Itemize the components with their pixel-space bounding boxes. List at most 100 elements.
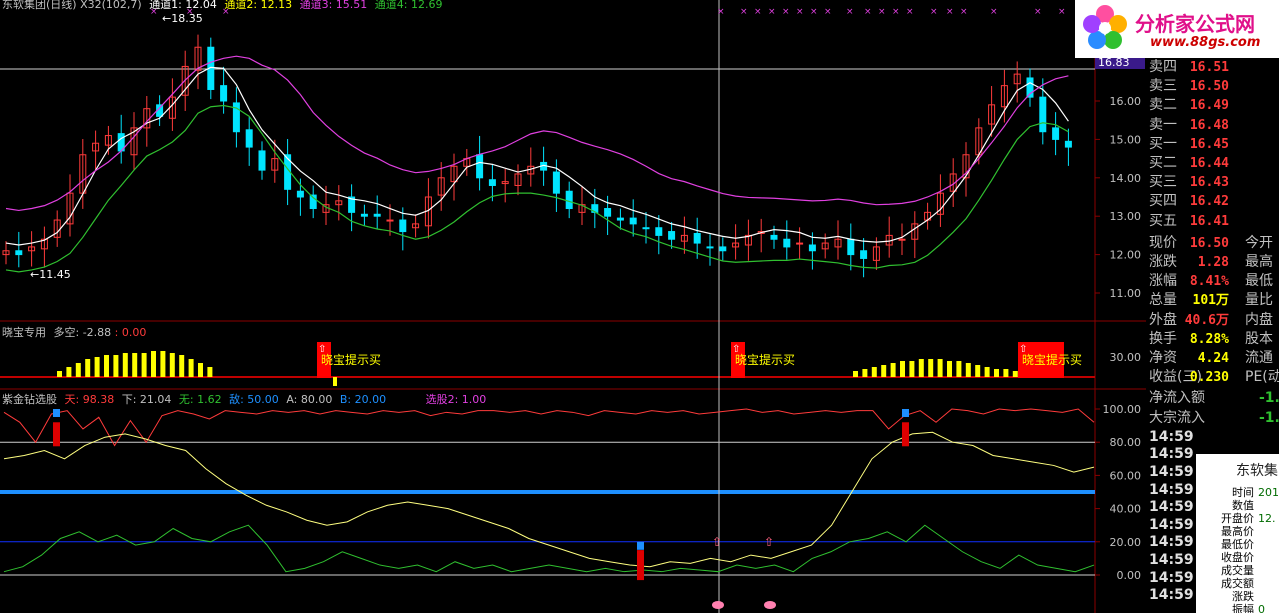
candle-body bbox=[488, 179, 496, 186]
signal-x-mark: × bbox=[864, 7, 872, 17]
zj-pane-title: 紫金钻选股 天: 98.38 下: 21.04 无: 1.62 敌: 50.00… bbox=[2, 391, 490, 407]
zijinzuan-indicator-chart[interactable]: 100.00 80.00 60.00 40.00 20.00 0.00 ⇧ ⇧ bbox=[0, 390, 1146, 613]
xb-yellow-bar bbox=[853, 371, 858, 377]
quote-label-2: 量比 bbox=[1245, 292, 1273, 309]
xb-yellow-bar bbox=[975, 365, 981, 377]
quote-label: 净流入额 bbox=[1149, 390, 1205, 407]
zj-title-0: 紫金钻选股 bbox=[2, 393, 57, 406]
candle-body bbox=[220, 85, 228, 102]
candle-body bbox=[258, 150, 266, 171]
candlestick-chart[interactable]: 16.0015.0014.0013.0012.0011.0016.83←18.3… bbox=[0, 0, 1146, 322]
signal-x-mark: × bbox=[768, 7, 776, 17]
xb-yellow-bar bbox=[57, 371, 62, 377]
popup-label: 数值 bbox=[1232, 499, 1254, 512]
quote-value: 16.45 bbox=[1189, 136, 1229, 152]
tick-time: 14:59 bbox=[1149, 428, 1194, 445]
popup-row: 最低价 bbox=[1196, 538, 1279, 551]
stat-row: 总量 101万 量比 bbox=[1147, 291, 1279, 310]
xiaobao-indicator-chart[interactable]: 30.00晓宝提示买⇧晓宝提示买⇧晓宝提示买⇧ bbox=[0, 322, 1146, 390]
quote-value: 16.50 bbox=[1189, 79, 1229, 95]
signal-x-mark: × bbox=[930, 7, 938, 17]
popup-label: 涨跌 bbox=[1232, 590, 1254, 603]
xb-yellow-bar bbox=[900, 361, 905, 377]
candle-body bbox=[15, 250, 23, 256]
signal-x-mark: × bbox=[1058, 7, 1066, 17]
xb-title: 晓宝专用 bbox=[2, 326, 46, 339]
candle-body bbox=[1064, 140, 1072, 148]
xb-pane-title: 晓宝专用 多空: -2.88 : 0.00 bbox=[2, 324, 150, 340]
quote-value: 16.51 bbox=[1189, 60, 1229, 75]
low-price-label: ←11.45 bbox=[30, 268, 71, 281]
popup-value: 0 bbox=[1258, 603, 1265, 613]
flow-value: -1. bbox=[1259, 390, 1279, 407]
popup-row: 收盘价 bbox=[1196, 551, 1279, 564]
xb-yellow-bar bbox=[928, 359, 934, 377]
quote-value: 101万 bbox=[1192, 293, 1229, 309]
candle-body bbox=[629, 217, 637, 225]
popup-label: 成交额 bbox=[1221, 577, 1254, 590]
candle-body bbox=[770, 234, 778, 240]
xb-title-2: 多空: -2.88 bbox=[53, 326, 112, 339]
xb-yellow-bar bbox=[85, 359, 91, 377]
signal-x-mark: × bbox=[782, 7, 790, 17]
site-logo: 分析家公式网 www.88gs.com bbox=[1075, 0, 1279, 58]
popup-row: 最高价 bbox=[1196, 525, 1279, 538]
xb-yellow-bar bbox=[918, 359, 924, 377]
signal-x-mark: × bbox=[740, 7, 748, 17]
xb-yellow-bar bbox=[104, 355, 109, 377]
zj-signal-red bbox=[53, 422, 60, 447]
popup-value: 201 bbox=[1258, 486, 1279, 499]
candle-body bbox=[360, 213, 368, 217]
candle-body bbox=[296, 190, 304, 198]
zj-signal-blue bbox=[902, 409, 909, 417]
stat-row: 净资 4.24 流通 bbox=[1147, 349, 1279, 368]
candle-body bbox=[847, 238, 855, 256]
xb-yellow-bar bbox=[956, 361, 962, 377]
quote-label-2: 流通 bbox=[1245, 350, 1273, 366]
signal-x-mark: × bbox=[754, 7, 762, 17]
zj-tick-label: 80.00 bbox=[1110, 436, 1142, 449]
price-tick-label: 12.00 bbox=[1110, 249, 1142, 262]
candle-body bbox=[1039, 96, 1047, 133]
xb-yellow-bar bbox=[198, 363, 203, 377]
ask-row: 卖一 16.48 bbox=[1147, 116, 1279, 135]
xb-yellow-bar bbox=[937, 359, 943, 377]
popup-value: 12. bbox=[1258, 512, 1276, 525]
stat-row: 涨跌 1.28 最高 bbox=[1147, 253, 1279, 272]
popup-label: 最低价 bbox=[1221, 538, 1254, 551]
zj-tick-label: 100.00 bbox=[1103, 403, 1142, 416]
xb-yellow-bar bbox=[94, 357, 100, 377]
quote-value: 40.6万 bbox=[1184, 312, 1229, 328]
main-bg bbox=[0, 0, 1146, 322]
xb-title-3: : 0.00 bbox=[114, 326, 147, 339]
quote-label-2: 最高 bbox=[1245, 254, 1273, 270]
quote-label-2: 今开 bbox=[1245, 234, 1273, 251]
xb-yellow-bar bbox=[1012, 371, 1018, 377]
xb-yellow-bar bbox=[862, 369, 868, 377]
xb-yellow-bar bbox=[66, 367, 72, 377]
tick-time: 14:59 bbox=[1149, 499, 1194, 516]
data-tooltip-window: 东软集 时间 201 数值 开盘价 12. 最高价 最低价 收盘价 成交量 成交额 涨跌 振幅 0 bbox=[1196, 454, 1279, 613]
candle-body bbox=[552, 171, 560, 194]
zj-bg bbox=[0, 390, 1146, 613]
xb-yellow-bar bbox=[207, 367, 213, 377]
popup-label: 开盘价 bbox=[1221, 512, 1254, 525]
signal-x-mark: × bbox=[906, 7, 914, 17]
candle-body bbox=[808, 244, 816, 252]
price-tick-label: 14.00 bbox=[1110, 172, 1142, 185]
quote-label: 大宗流入 bbox=[1149, 409, 1205, 426]
xb-yellow-bar bbox=[75, 363, 81, 377]
ask-row: 卖二 16.49 bbox=[1147, 96, 1279, 115]
xb-yellow-bar bbox=[169, 353, 175, 377]
title-segment-2: 通道2: 12.13 bbox=[224, 0, 293, 11]
title-segment-1: 通道1: 12.04 bbox=[149, 0, 217, 11]
zj-signal-red bbox=[902, 422, 909, 447]
price-tick-label: 11.00 bbox=[1110, 287, 1142, 300]
candle-body bbox=[642, 227, 650, 230]
quote-value: 4.24 bbox=[1197, 351, 1229, 366]
signal-x-mark: × bbox=[960, 7, 968, 17]
quote-label-2: PE(动 bbox=[1245, 369, 1279, 386]
xb-signal-label: 晓宝提示买 bbox=[735, 352, 795, 367]
xb-yellow-bar bbox=[113, 355, 119, 377]
signal-x-mark: × bbox=[1034, 7, 1042, 17]
